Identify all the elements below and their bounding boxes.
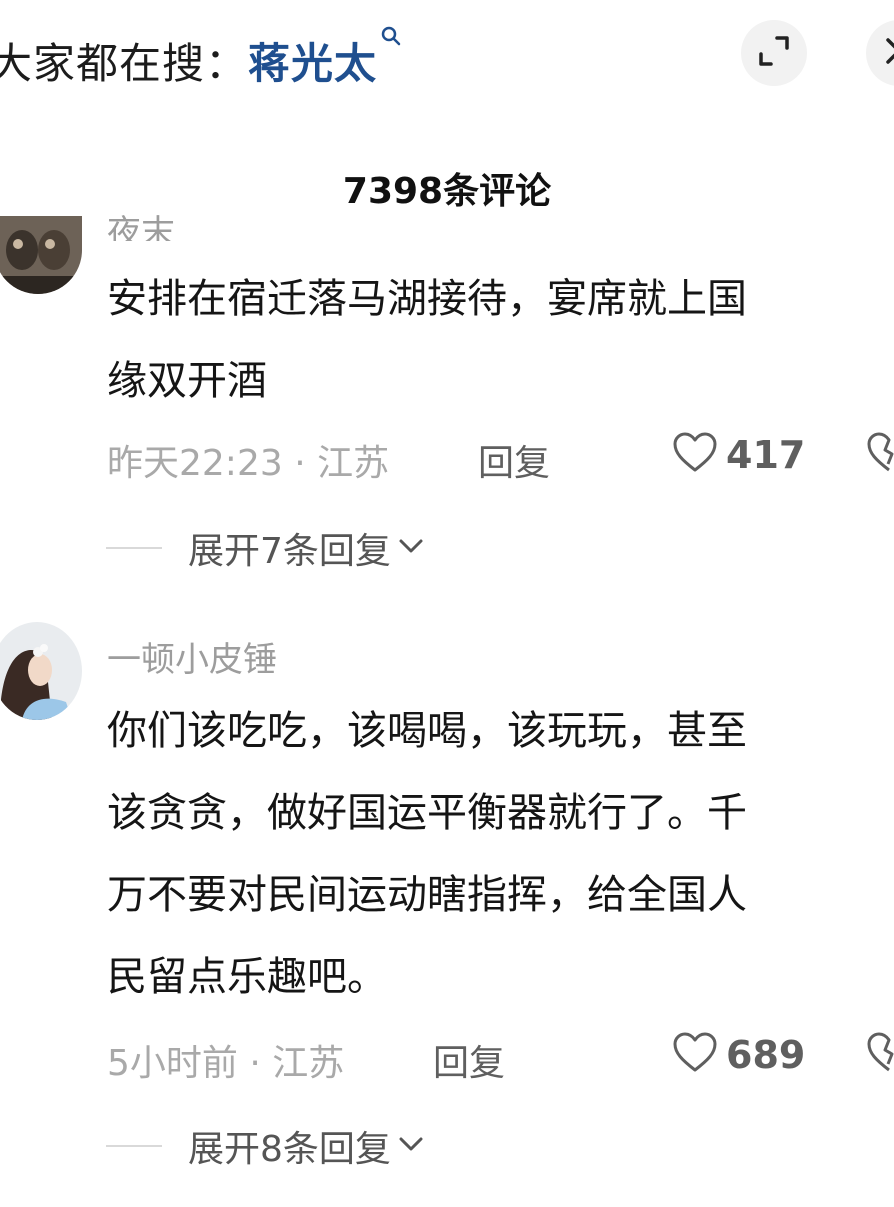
close-button[interactable] bbox=[866, 20, 894, 86]
comment-text-line: 民留点乐趣吧。 bbox=[107, 954, 387, 1000]
comment-text-line: 安排在宿迁落马湖接待，宴席就上国 bbox=[107, 276, 747, 322]
avatar[interactable] bbox=[0, 216, 82, 294]
expand-button[interactable] bbox=[741, 20, 807, 86]
broken-heart-icon bbox=[866, 1032, 894, 1078]
expand-replies-label: 展开8条回复 bbox=[188, 1129, 391, 1170]
close-icon bbox=[884, 36, 894, 70]
comment-username[interactable]: 夜末 bbox=[107, 205, 175, 241]
expand-replies-button[interactable]: 展开7条回复 bbox=[106, 522, 425, 574]
reply-button[interactable]: 回复 bbox=[433, 1034, 505, 1086]
comment-text-line: 万不要对民间运动瞎指挥，给全国人 bbox=[107, 872, 747, 918]
like-count: 689 bbox=[726, 1033, 806, 1077]
expand-replies-label: 展开7条回复 bbox=[188, 531, 391, 572]
divider-line bbox=[106, 1145, 162, 1147]
like-button[interactable]: 417 bbox=[672, 432, 805, 478]
comment-username[interactable]: 一顿小皮锤 bbox=[107, 632, 277, 681]
comment-text: 安排在宿迁落马湖接待，宴席就上国 缘双开酒 bbox=[107, 258, 894, 422]
comment-meta: 5小时前 · 江苏 bbox=[107, 1043, 345, 1084]
trending-search-term[interactable]: 蒋光太 bbox=[248, 30, 377, 91]
reply-button[interactable]: 回复 bbox=[478, 434, 550, 486]
trending-search-prefix: 大家都在搜： bbox=[0, 38, 249, 88]
dislike-button[interactable] bbox=[866, 1032, 894, 1078]
like-count: 417 bbox=[726, 433, 806, 477]
dislike-button[interactable] bbox=[866, 432, 894, 478]
expand-replies-button[interactable]: 展开8条回复 bbox=[106, 1120, 425, 1172]
chevron-down-icon bbox=[397, 536, 425, 560]
avatar[interactable] bbox=[0, 622, 82, 720]
chevron-down-icon bbox=[397, 1134, 425, 1158]
heart-icon bbox=[672, 1032, 718, 1078]
comment-text-line: 该贪贪，做好国运平衡器就行了。千 bbox=[107, 790, 747, 836]
expand-icon bbox=[757, 34, 791, 72]
comment-text: 你们该吃吃，该喝喝，该玩玩，甚至 该贪贪，做好国运平衡器就行了。千 万不要对民间… bbox=[107, 690, 894, 1018]
like-button[interactable]: 689 bbox=[672, 1032, 805, 1078]
divider-line bbox=[106, 547, 162, 549]
broken-heart-icon bbox=[866, 432, 894, 478]
comment-text-line: 缘双开酒 bbox=[107, 358, 267, 404]
comment-text-line: 你们该吃吃，该喝喝，该玩玩，甚至 bbox=[107, 708, 747, 754]
search-icon[interactable] bbox=[381, 26, 401, 66]
comment-meta: 昨天22:23 · 江苏 bbox=[107, 443, 390, 484]
trending-search-bar[interactable]: 大家都在搜： 蒋光太 bbox=[0, 20, 401, 100]
heart-icon bbox=[672, 432, 718, 478]
